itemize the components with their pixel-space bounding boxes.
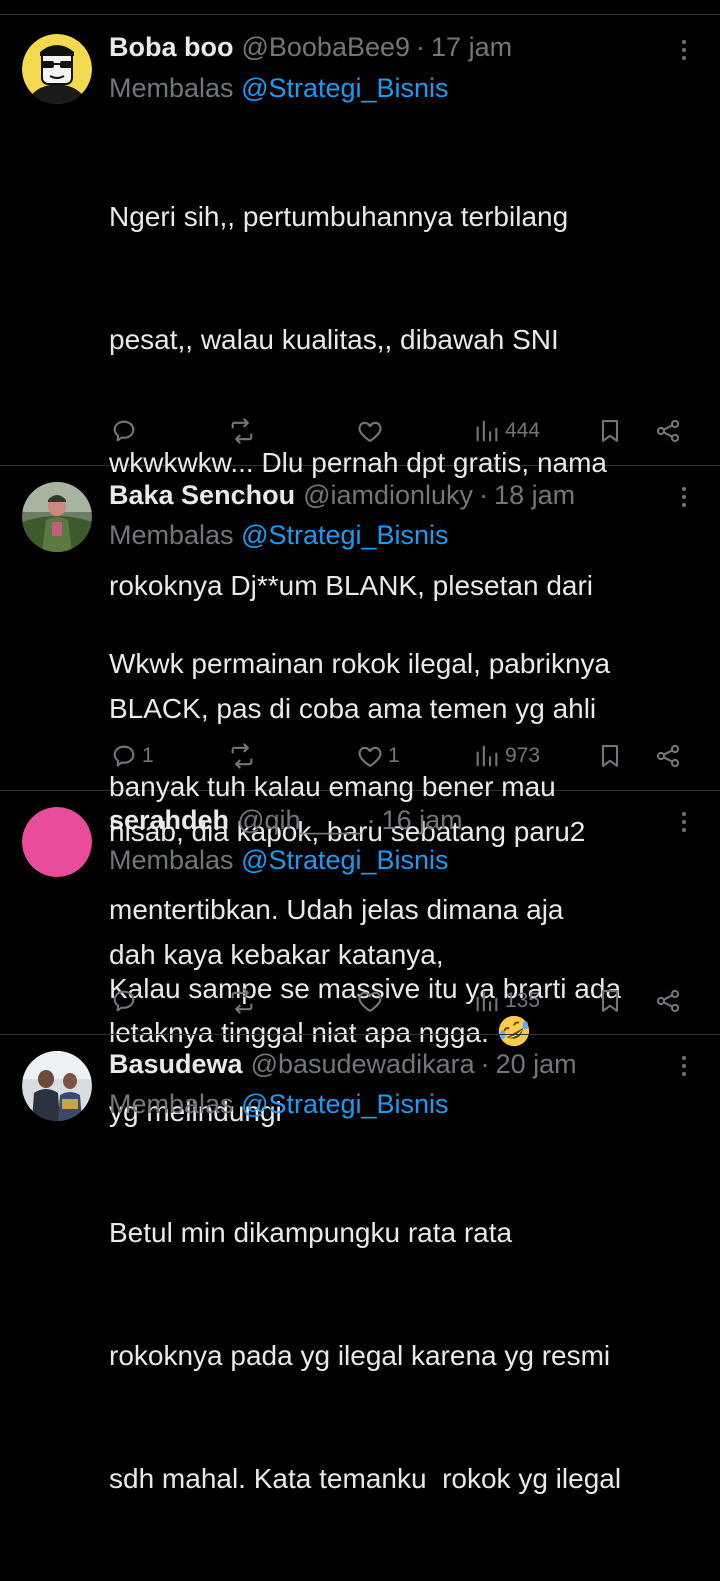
more-options-icon[interactable] [674, 35, 694, 65]
view-count: 135 [505, 989, 541, 1012]
tweet-item[interactable]: Boba boo @BoobaBee9 · 17 jam Membalas @S… [0, 15, 720, 970]
user-handle[interactable]: @qih____ [237, 800, 361, 840]
reply-prefix: Membalas [109, 845, 234, 875]
reply-button[interactable] [110, 981, 142, 1021]
reply-mention-link[interactable]: @Strategi_Bisnis [241, 73, 449, 103]
reply-prefix: Membalas [109, 1089, 234, 1119]
more-options-icon[interactable] [674, 482, 694, 512]
like-button[interactable]: 1 [356, 736, 400, 776]
user-avatar[interactable] [22, 1051, 92, 1121]
user-avatar[interactable] [22, 482, 92, 552]
timestamp[interactable]: 16 jam [382, 800, 463, 840]
share-icon [656, 419, 680, 443]
reply-context: Membalas @Strategi_Bisnis [109, 840, 449, 880]
reply-mention-link[interactable]: @Strategi_Bisnis [241, 845, 449, 875]
views-button[interactable]: 135 [473, 981, 540, 1021]
timestamp[interactable]: 18 jam [494, 475, 575, 515]
tweet-text-line: Betul min dikampungku rata rata [109, 1217, 513, 1248]
tweet-text: Betul min dikampungku rata rata rokoknya… [109, 1130, 699, 1581]
separator-dot: · [480, 1049, 490, 1079]
heart-icon [358, 746, 382, 767]
display-name[interactable]: Boba boo [109, 27, 233, 67]
share-button[interactable] [654, 411, 682, 451]
display-name[interactable]: Baka Senchou [109, 475, 295, 515]
repost-icon [231, 743, 253, 769]
pink-circle-avatar-icon [22, 807, 92, 877]
like-button[interactable] [356, 981, 388, 1021]
tweet-header: Boba boo @BoobaBee9 · 17 jam [109, 27, 670, 67]
user-handle[interactable]: @iamdionluky [303, 475, 473, 515]
more-options-icon[interactable] [674, 1051, 694, 1081]
action-bar: 444 [0, 411, 720, 451]
share-button[interactable] [654, 736, 682, 776]
repost-icon [231, 418, 253, 444]
like-count: 1 [388, 744, 400, 767]
heart-icon [358, 991, 382, 1012]
bookmark-button[interactable] [596, 981, 624, 1021]
cartoon-sunglasses-avatar-icon [22, 34, 92, 104]
display-name[interactable]: serahdeh [109, 800, 229, 840]
separator-dot: · [479, 480, 489, 510]
user-handle[interactable]: @BoobaBee9 [241, 27, 410, 67]
user-avatar[interactable] [22, 807, 92, 877]
reply-prefix: Membalas [109, 73, 234, 103]
tweet-header: Basudewa @basudewadikara · 20 jam [109, 1044, 670, 1084]
views-button[interactable]: 973 [473, 736, 540, 776]
group-photo-avatar-icon [22, 1051, 92, 1121]
action-bar: 135 [0, 981, 720, 1021]
views-icon [476, 745, 498, 767]
user-avatar[interactable] [22, 34, 92, 104]
action-bar: 1 1 973 [0, 736, 720, 776]
views-button[interactable]: 444 [473, 411, 540, 451]
heart-icon [358, 421, 382, 442]
reply-button[interactable] [110, 411, 142, 451]
bookmark-button[interactable] [596, 736, 624, 776]
share-icon [656, 744, 680, 768]
repost-button[interactable] [228, 981, 260, 1021]
bookmark-icon [601, 420, 619, 442]
tweet-text-line: rokoknya pada yg ilegal karena yg resmi [109, 1340, 611, 1371]
tweet-item[interactable]: Basudewa @basudewadikara · 20 jam Membal… [0, 1035, 720, 1494]
tweet-header: Baka Senchou @iamdionluky · 18 jam [109, 475, 670, 515]
share-button[interactable] [654, 981, 682, 1021]
reply-button[interactable]: 1 [110, 736, 154, 776]
bookmark-icon [601, 990, 619, 1012]
view-count: 973 [505, 744, 541, 767]
bookmark-button[interactable] [596, 411, 624, 451]
bookmark-icon [601, 745, 619, 767]
reply-count: 1 [142, 744, 154, 767]
tweet-text-line: Wkwk permainan rokok ilegal, pabriknya [109, 648, 611, 679]
timestamp[interactable]: 20 jam [496, 1044, 577, 1084]
display-name[interactable]: Basudewa [109, 1044, 243, 1084]
reply-icon [113, 990, 135, 1012]
separator-dot: · [366, 805, 376, 835]
tweet-text-line: pesat,, walau kualitas,, dibawah SNI [109, 324, 559, 355]
repost-button[interactable] [228, 411, 260, 451]
tweet-item[interactable]: Baka Senchou @iamdionluky · 18 jam Memba… [0, 466, 720, 1048]
separator-dot: · [416, 32, 426, 62]
like-button[interactable] [356, 411, 388, 451]
repost-button[interactable] [228, 736, 260, 776]
more-options-icon[interactable] [674, 807, 694, 837]
reply-icon [113, 745, 135, 767]
reply-mention-link[interactable]: @Strategi_Bisnis [241, 1089, 449, 1119]
reply-icon [113, 420, 135, 442]
tweet-header: serahdeh @qih____ · 16 jam [109, 800, 670, 840]
user-handle[interactable]: @basudewadikara [251, 1044, 475, 1084]
repost-icon [231, 988, 253, 1014]
soldier-photo-avatar-icon [22, 482, 92, 552]
reply-prefix: Membalas [109, 520, 234, 550]
reply-mention-link[interactable]: @Strategi_Bisnis [241, 520, 449, 550]
reply-context: Membalas @Strategi_Bisnis [109, 68, 449, 108]
tweet-text-line: sdh mahal. Kata temanku rokok yg ilegal [109, 1463, 622, 1494]
share-icon [656, 989, 680, 1013]
tweet-item[interactable]: serahdeh @qih____ · 16 jam Membalas @Str… [0, 791, 720, 1127]
views-icon [476, 990, 498, 1012]
reply-context: Membalas @Strategi_Bisnis [109, 515, 449, 555]
view-count: 444 [505, 419, 541, 442]
tweet-text-line: Ngeri sih,, pertumbuhannya terbilang [109, 201, 569, 232]
views-icon [476, 420, 498, 442]
timestamp[interactable]: 17 jam [431, 27, 512, 67]
reply-context: Membalas @Strategi_Bisnis [109, 1084, 449, 1124]
